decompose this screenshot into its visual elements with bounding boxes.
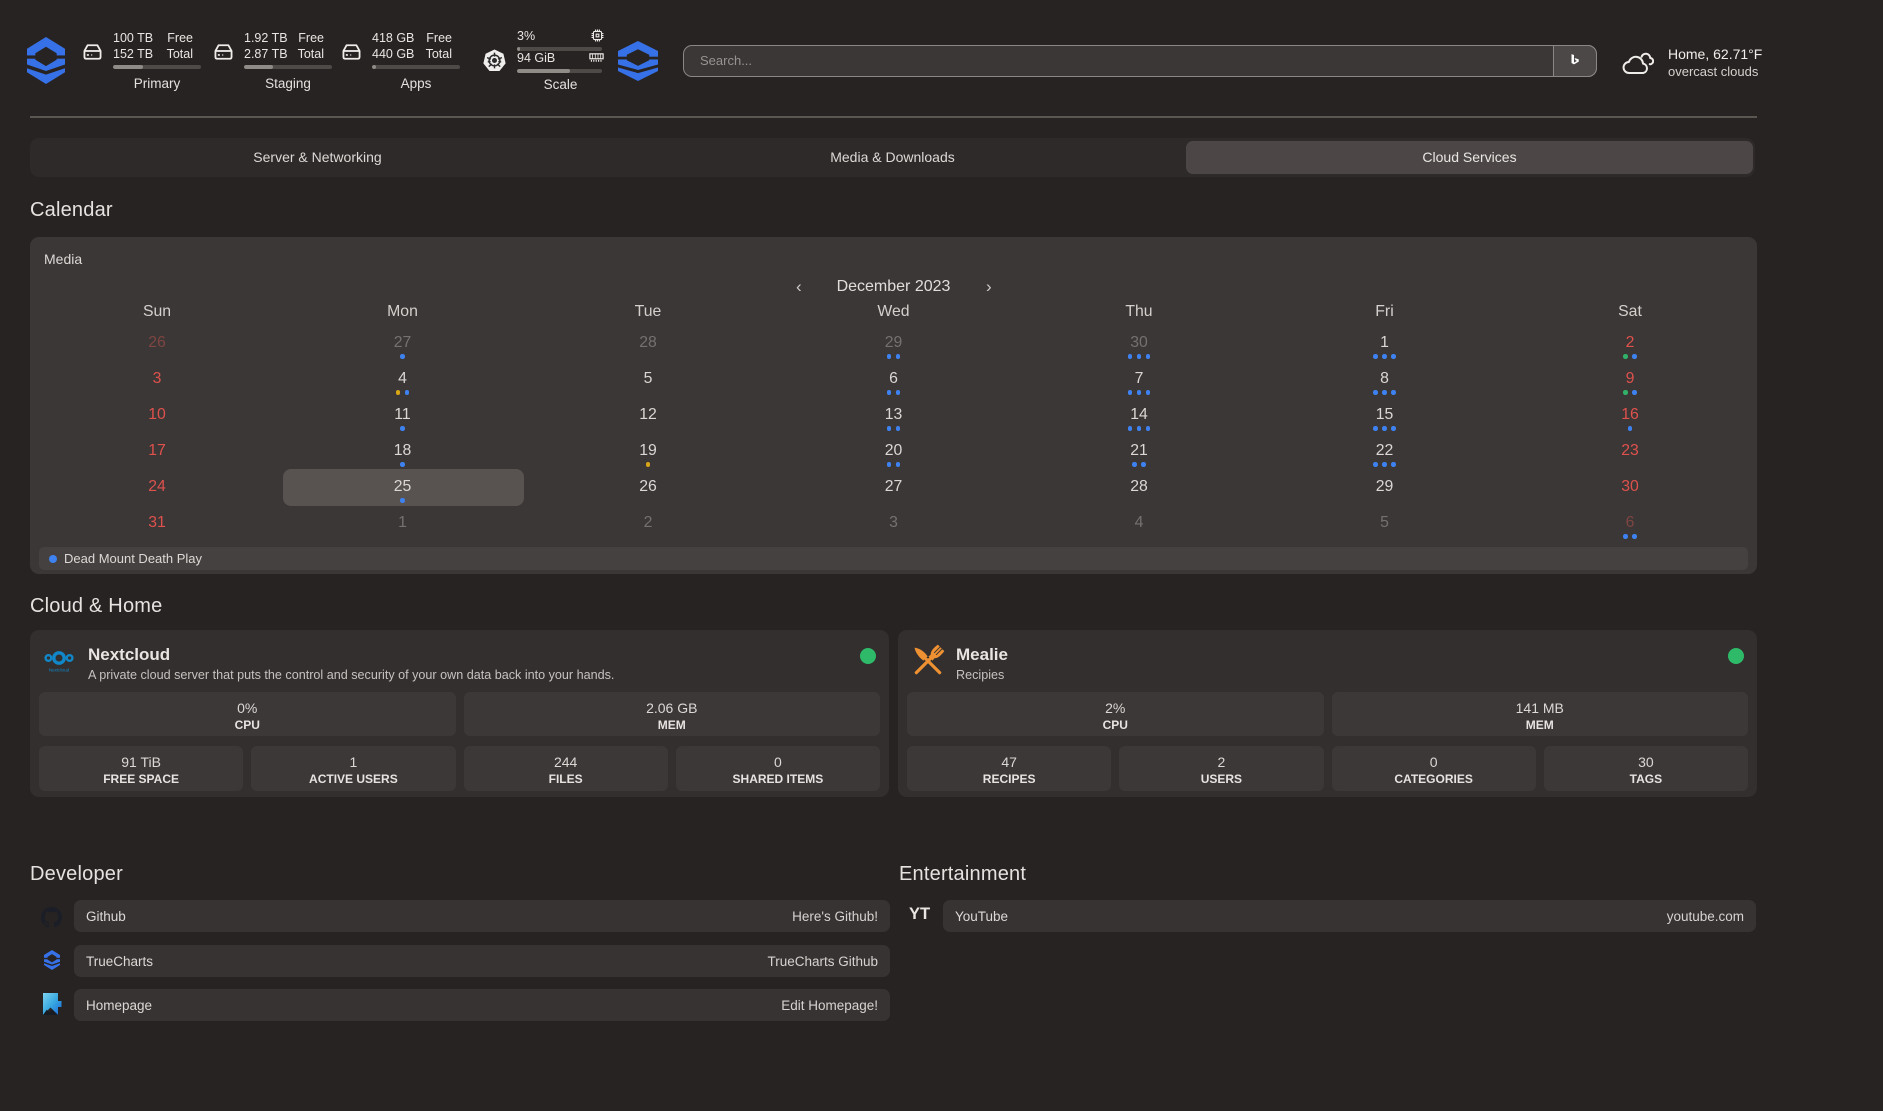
- svg-text:Nextcloud: Nextcloud: [49, 668, 70, 673]
